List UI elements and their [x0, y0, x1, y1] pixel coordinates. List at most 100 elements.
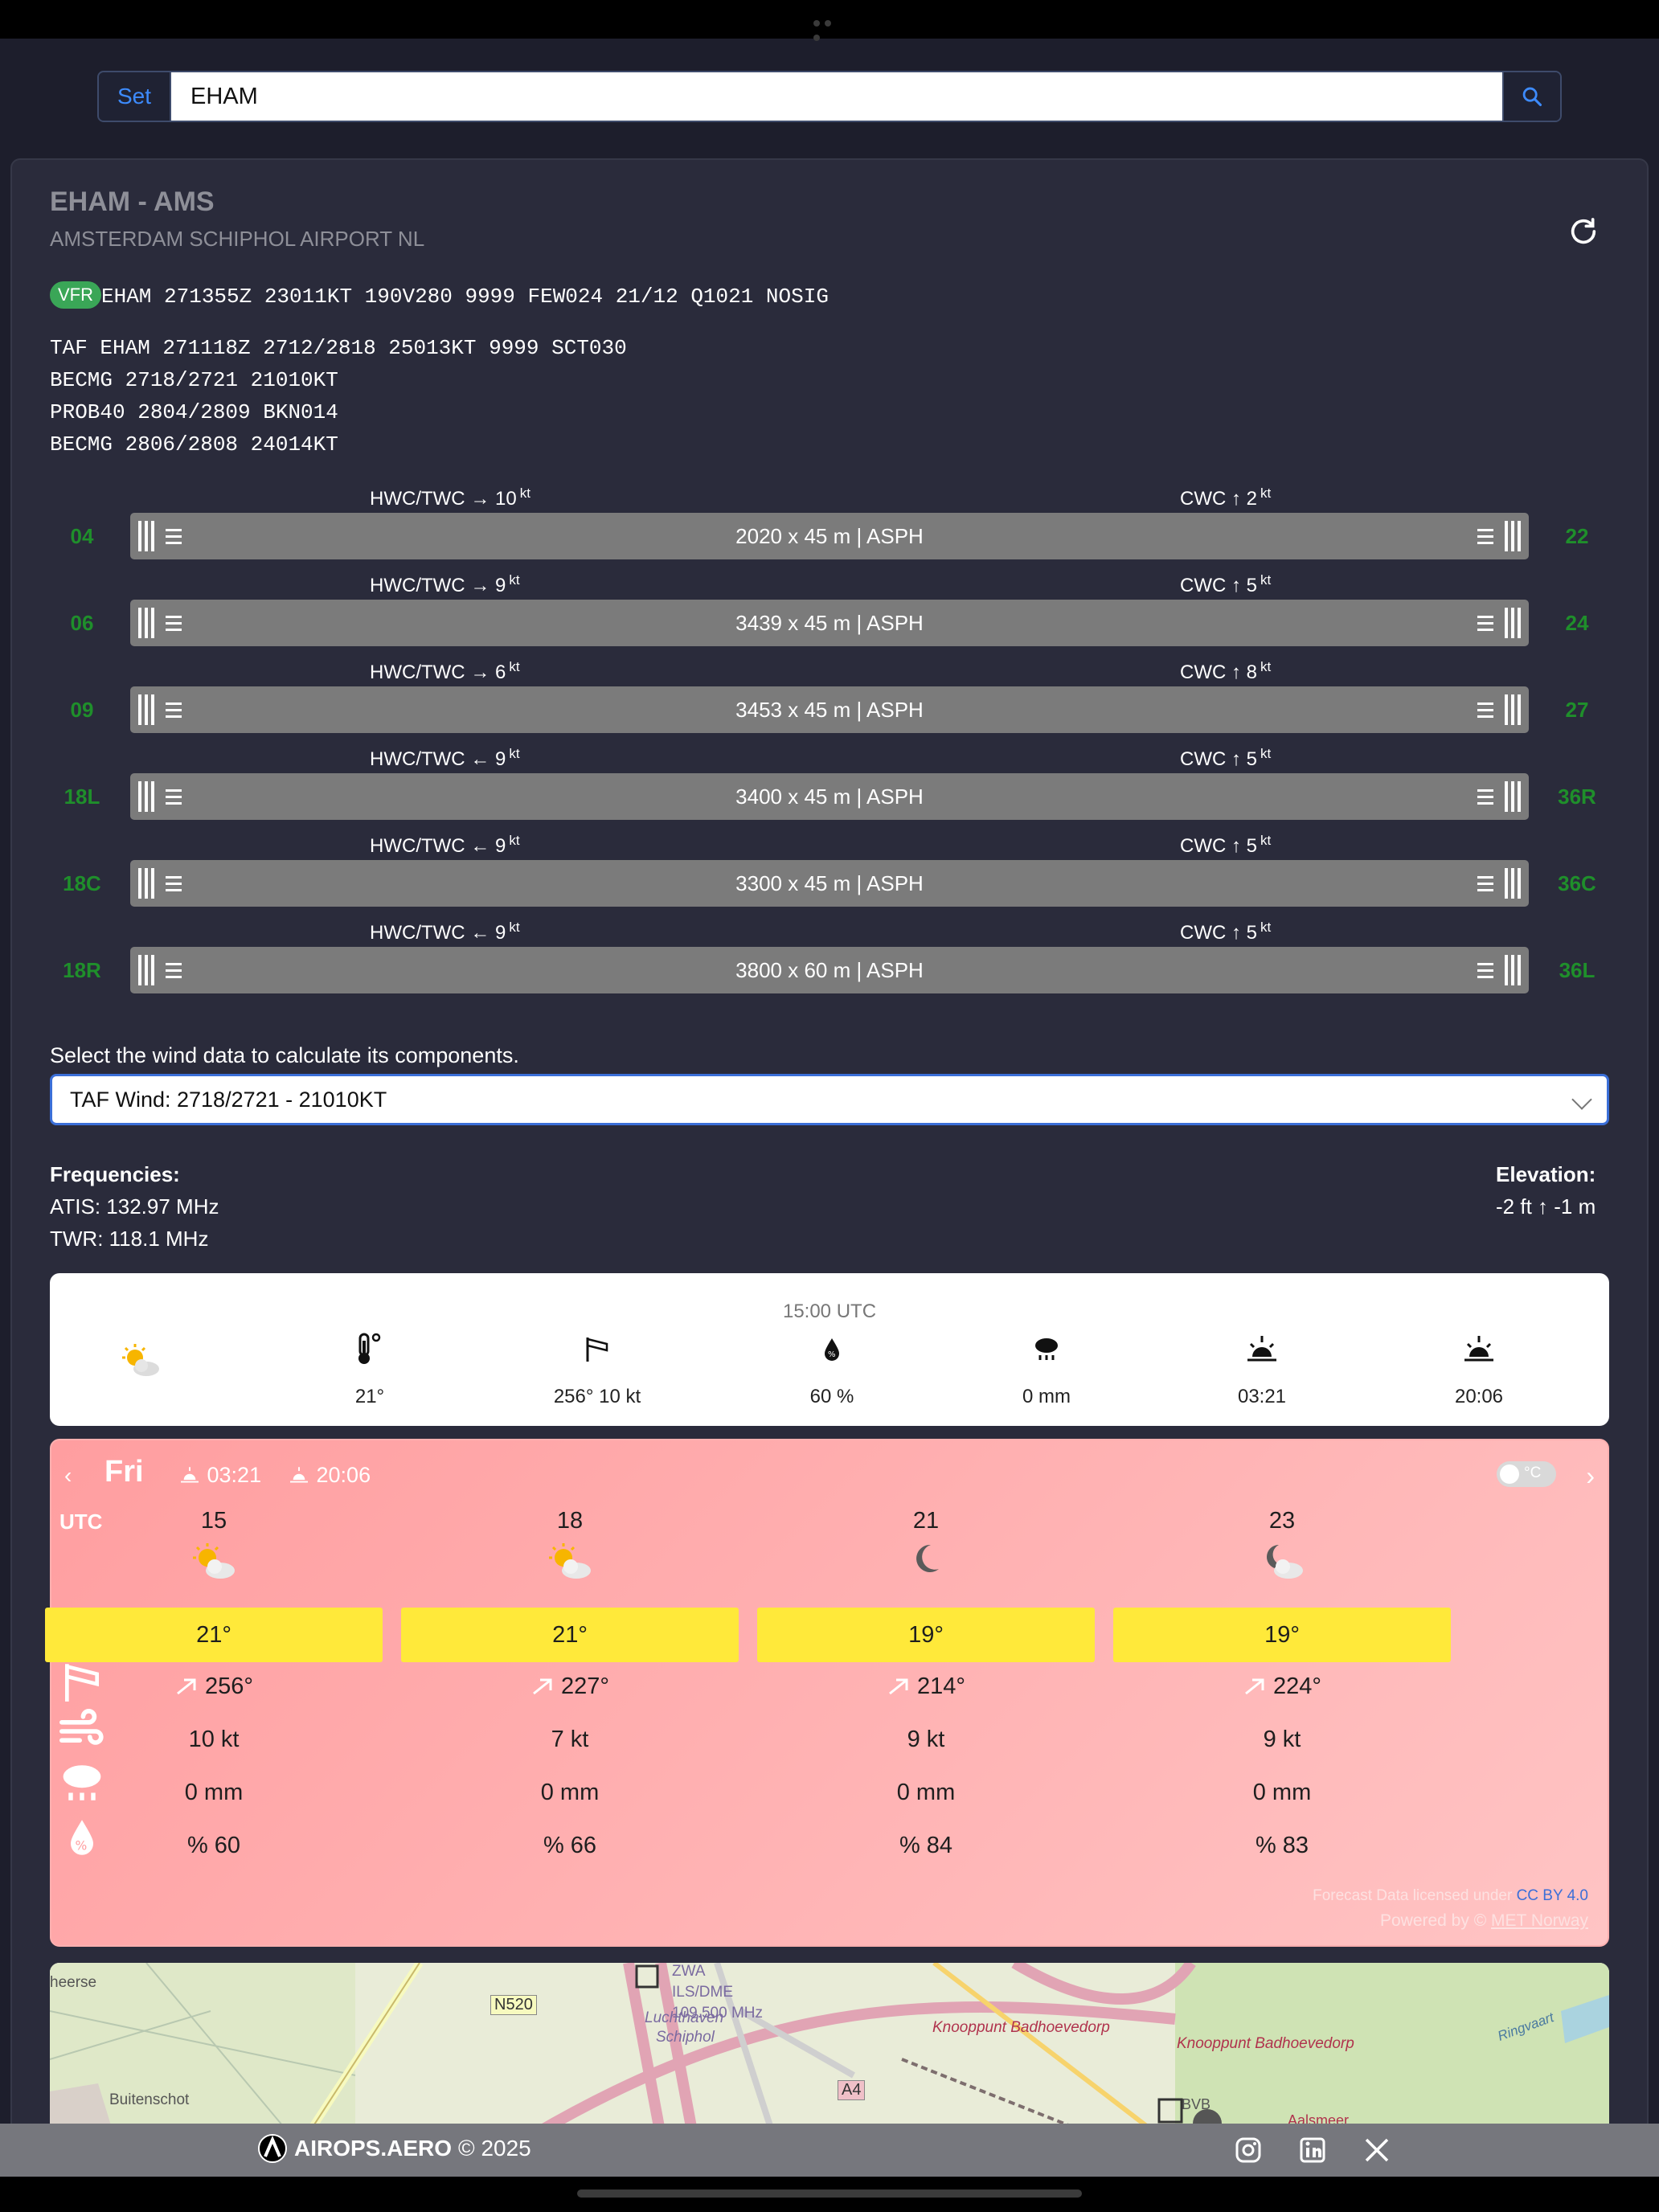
- multitask-dots[interactable]: [813, 16, 846, 41]
- humidity-icon: %: [825, 1338, 839, 1361]
- wind-direction-arrow-icon: [530, 1673, 561, 1699]
- threshold-marking-icon: [138, 955, 182, 985]
- runway-threshold-left: 18C: [63, 871, 101, 895]
- map-label: Knooppunt Badhoevedorp: [1177, 2035, 1354, 2052]
- runway-dimensions: 3800 x 60 m | ASPH: [735, 957, 924, 982]
- chevron-down-icon: [1571, 1089, 1592, 1110]
- runway-dimensions: 3300 x 45 m | ASPH: [735, 870, 924, 895]
- airops-logo-icon: [258, 2134, 287, 2163]
- threshold-marking-icon: [138, 521, 182, 551]
- status-bar: [0, 0, 1659, 41]
- map-canvas[interactable]: [50, 1963, 1609, 2136]
- forecast-wind-speed: 9 kt: [907, 1727, 945, 1752]
- forecast-temp: 21°: [45, 1608, 383, 1662]
- map-label: heerse: [50, 1974, 97, 1991]
- sunrise-icon: [1247, 1336, 1276, 1362]
- forecast-wind-dir: 214°: [757, 1673, 1095, 1700]
- wind-direction-arrow-icon: [1243, 1673, 1273, 1699]
- forecast-precip: 0 mm: [540, 1780, 600, 1805]
- partly-cloudy-day-icon: [401, 1542, 739, 1586]
- wind-direction-arrow-icon: [174, 1673, 205, 1699]
- taf-line: TAF EHAM 271118Z 2712/2818 25013KT 9999 …: [50, 336, 627, 360]
- metar-text: EHAM 271355Z 23011KT 190V280 9999 FEW024…: [101, 285, 829, 309]
- threshold-marking-icon: [1477, 521, 1521, 551]
- forecast-wind-speed: 9 kt: [1263, 1727, 1301, 1752]
- current-weather-card: 15:00 UTC 21° 256° 10 kt % 60 % 0 mm 03:…: [50, 1273, 1609, 1426]
- prev-day-button[interactable]: ‹: [64, 1463, 72, 1489]
- svg-text:%: %: [828, 1350, 836, 1359]
- crosswind-component: CWC ↑ 5 kt: [1180, 572, 1272, 596]
- runway-threshold-left: 04: [70, 524, 94, 548]
- map-label: Luchthaven: [645, 2009, 724, 2026]
- headwind-component: HWC/TWC ← 9 kt: [370, 833, 520, 857]
- runway-dimensions: 3439 x 45 m | ASPH: [735, 610, 924, 635]
- runway-threshold-right: 22: [1565, 524, 1589, 548]
- forecast-hour: 15: [200, 1508, 227, 1534]
- license-link[interactable]: CC BY 4.0: [1517, 1887, 1588, 1904]
- forecast-wind-dir: 256°: [45, 1673, 383, 1700]
- forecast-humidity: % 66: [543, 1833, 597, 1858]
- windsock-icon: [586, 1337, 608, 1362]
- runway-threshold-left: 06: [70, 611, 94, 635]
- frequencies-title: Frequencies:: [50, 1162, 180, 1186]
- runway-threshold-right: 36C: [1558, 871, 1596, 895]
- search-bar: Set: [97, 71, 1562, 122]
- wind-select-label: Select the wind data to calculate its co…: [50, 1043, 519, 1067]
- threshold-marking-icon: [1477, 694, 1521, 725]
- elevation-value: -2 ft ↑ -1 m: [1496, 1194, 1596, 1219]
- threshold-marking-icon: [1477, 781, 1521, 812]
- runway-bar: 3400 x 45 m | ASPH: [130, 773, 1529, 820]
- runway-threshold-left: 09: [70, 698, 94, 722]
- home-indicator[interactable]: [577, 2189, 1082, 2198]
- runway-bar: 3300 x 45 m | ASPH: [130, 860, 1529, 907]
- thermometer-icon: [358, 1333, 381, 1364]
- forecast-precip: 0 mm: [896, 1780, 956, 1805]
- sunrise-icon: [181, 1467, 199, 1483]
- current-humidity: % 60 %: [752, 1329, 912, 1408]
- threshold-marking-icon: [138, 694, 182, 725]
- x-twitter-icon[interactable]: [1363, 2136, 1391, 2164]
- footer-brand[interactable]: AIROPS.AERO © 2025: [257, 2133, 531, 2164]
- crosswind-component: CWC ↑ 5 kt: [1180, 833, 1272, 857]
- headwind-component: HWC/TWC → 10 kt: [370, 485, 530, 510]
- set-button[interactable]: Set: [99, 72, 171, 121]
- taf-line: PROB40 2804/2809 BKN014: [50, 400, 338, 424]
- map-label: Schiphol: [656, 2029, 715, 2046]
- map-label: Buitenschot: [109, 2091, 190, 2108]
- wind-data-select[interactable]: TAF Wind: 2718/2721 - 21010KT: [50, 1074, 1609, 1125]
- airport-map[interactable]: N520 A4 ZWA ILS/DME 109.500 MHz Luchthav…: [50, 1963, 1609, 2136]
- partly-cloudy-day-icon: [122, 1344, 159, 1376]
- forecast-wind-speed: 10 kt: [188, 1727, 240, 1752]
- linkedin-icon[interactable]: [1299, 2136, 1326, 2164]
- forecast-hour: 23: [1268, 1508, 1296, 1534]
- search-button[interactable]: [1502, 72, 1560, 121]
- current-precip: 0 mm: [966, 1329, 1127, 1408]
- runway-dimensions: 3453 x 45 m | ASPH: [735, 697, 924, 722]
- met-norway-link[interactable]: MET Norway: [1491, 1911, 1588, 1930]
- map-label: N520: [490, 1995, 537, 2015]
- forecast-sunrise: 03:21: [178, 1463, 261, 1488]
- headwind-component: HWC/TWC → 6 kt: [370, 659, 520, 683]
- instagram-icon[interactable]: [1235, 2136, 1262, 2164]
- forecast-powered: Powered by © MET Norway: [1379, 1911, 1588, 1930]
- refresh-icon[interactable]: [1567, 215, 1600, 248]
- flight-category-badge: VFR: [50, 281, 101, 309]
- moon-icon: [757, 1542, 1095, 1581]
- unit-toggle[interactable]: °C: [1497, 1461, 1556, 1487]
- current-sunset: 20:06: [1399, 1329, 1559, 1408]
- map-label: A4: [838, 2080, 866, 2100]
- twr-frequency: TWR: 118.1 MHz: [50, 1227, 209, 1251]
- runway-bar: 3800 x 60 m | ASPH: [130, 947, 1529, 993]
- forecast-humidity: % 60: [186, 1833, 241, 1858]
- threshold-marking-icon: [1477, 955, 1521, 985]
- next-day-button[interactable]: ›: [1586, 1461, 1595, 1491]
- runway-threshold-right: 36L: [1559, 958, 1596, 982]
- forecast-wind-dir: 224°: [1113, 1673, 1451, 1700]
- icao-input[interactable]: [171, 72, 1502, 121]
- current-time: 15:00 UTC: [782, 1301, 877, 1322]
- taf-line: BECMG 2718/2721 21010KT: [50, 368, 338, 392]
- current-temp: 21°: [289, 1329, 450, 1408]
- headwind-component: HWC/TWC ← 9 kt: [370, 920, 520, 944]
- threshold-marking-icon: [138, 608, 182, 638]
- forecast-temp: 19°: [757, 1608, 1095, 1662]
